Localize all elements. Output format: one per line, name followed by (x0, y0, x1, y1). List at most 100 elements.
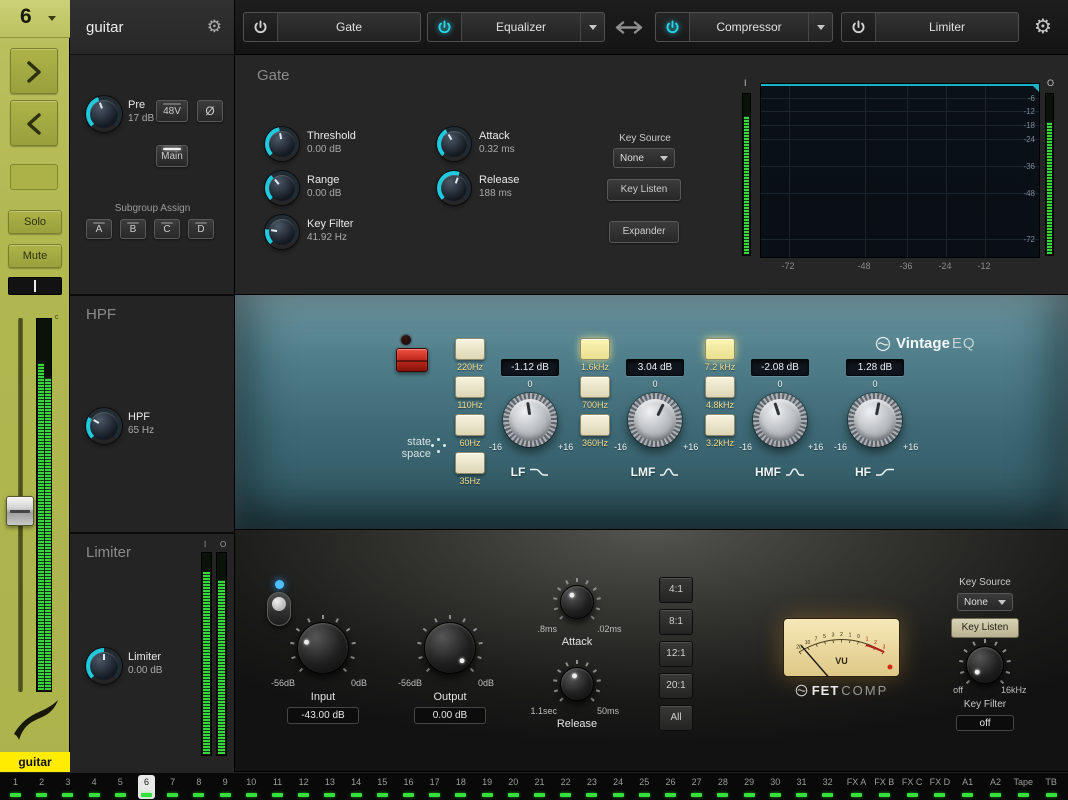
next-channel-button[interactable] (10, 48, 58, 94)
tab-compressor[interactable]: Compressor (655, 12, 833, 42)
comp-ratio-all-button[interactable]: All (659, 705, 693, 731)
compressor-model-select[interactable] (808, 13, 832, 41)
channel-select-1[interactable]: 1 (3, 775, 28, 799)
channel-select-3[interactable]: 3 (55, 775, 80, 799)
channel-select-4[interactable]: 4 (82, 775, 107, 799)
tab-gate[interactable]: Gate (243, 12, 421, 42)
channel-select-fx-c[interactable]: FX C (899, 775, 926, 799)
subgroup-b-button[interactable]: B (120, 219, 146, 239)
comp-key-source-select[interactable]: None (957, 593, 1013, 611)
channel-select-8[interactable]: 8 (186, 775, 211, 799)
gate-power-button[interactable] (244, 13, 278, 41)
channel-select-6[interactable]: 6 (134, 775, 159, 799)
channel-select-fx-a[interactable]: FX A (843, 775, 870, 799)
channel-select-23[interactable]: 23 (579, 775, 604, 799)
comp-attack-knob[interactable] (560, 585, 594, 619)
channel-select-32[interactable]: 32 (815, 775, 840, 799)
tab-limiter[interactable]: Limiter (841, 12, 1019, 42)
comp-input-knob[interactable] (297, 622, 349, 674)
subgroup-d-button[interactable]: D (188, 219, 214, 239)
channel-select-fx-d[interactable]: FX D (926, 775, 953, 799)
eq-freq-button[interactable] (580, 414, 610, 436)
channel-select-9[interactable]: 9 (213, 775, 238, 799)
channel-select-29[interactable]: 29 (737, 775, 762, 799)
eq-hmf-gain-knob[interactable] (753, 393, 807, 447)
channel-select-14[interactable]: 14 (344, 775, 369, 799)
comp-key-filter-knob[interactable] (966, 646, 1004, 684)
channel-select-fx-b[interactable]: FX B (871, 775, 898, 799)
eq-freq-button[interactable] (455, 376, 485, 398)
gate-attack-knob[interactable] (437, 127, 471, 161)
channel-select-28[interactable]: 28 (710, 775, 735, 799)
comp-output-knob[interactable] (424, 622, 476, 674)
preamp-gain-knob[interactable] (86, 96, 122, 132)
equalizer-power-button[interactable] (428, 13, 462, 41)
comp-release-knob[interactable] (560, 667, 594, 701)
channel-select-11[interactable]: 11 (265, 775, 290, 799)
channel-select-17[interactable]: 17 (422, 775, 447, 799)
channel-select-24[interactable]: 24 (606, 775, 631, 799)
channel-select-5[interactable]: 5 (108, 775, 133, 799)
eq-freq-button[interactable] (455, 338, 485, 360)
channel-select-16[interactable]: 16 (396, 775, 421, 799)
channel-select-25[interactable]: 25 (632, 775, 657, 799)
solo-button[interactable]: Solo (8, 210, 62, 234)
hpf-knob[interactable] (86, 408, 122, 444)
main-assign-button[interactable]: Main (156, 145, 188, 167)
fader-handle[interactable] (6, 496, 34, 526)
channel-settings-gear-icon[interactable]: ⚙ (207, 17, 222, 37)
comp-ratio-4-1-button[interactable]: 4:1 (659, 577, 693, 603)
channel-select-27[interactable]: 27 (684, 775, 709, 799)
channel-select-12[interactable]: 12 (291, 775, 316, 799)
eq-power-switch[interactable] (396, 348, 428, 372)
gate-key-filter-knob[interactable] (265, 215, 299, 249)
reorder-arrows-icon[interactable] (613, 20, 645, 40)
channel-select-21[interactable]: 21 (527, 775, 552, 799)
comp-ratio-20-1-button[interactable]: 20:1 (659, 673, 693, 699)
channel-select-tape[interactable]: Tape (1010, 775, 1037, 799)
limiter-threshold-knob[interactable] (86, 648, 122, 684)
eq-lmf-gain-knob[interactable] (628, 393, 682, 447)
polarity-button[interactable]: Ø (197, 100, 223, 122)
channel-number-header[interactable]: 6 (0, 0, 70, 38)
eq-freq-button[interactable] (705, 338, 735, 360)
channel-select-2[interactable]: 2 (29, 775, 54, 799)
channel-select-a1[interactable]: A1 (954, 775, 981, 799)
gate-expander-button[interactable]: Expander (609, 221, 679, 243)
channel-select-tb[interactable]: TB (1038, 775, 1065, 799)
gate-threshold-knob[interactable] (265, 127, 299, 161)
channel-select-19[interactable]: 19 (475, 775, 500, 799)
eq-hf-gain-knob[interactable] (848, 393, 902, 447)
prev-channel-button[interactable] (10, 100, 58, 146)
gate-key-listen-button[interactable]: Key Listen (607, 179, 681, 201)
equalizer-model-select[interactable] (580, 13, 604, 41)
eq-freq-button[interactable] (705, 414, 735, 436)
compressor-power-button[interactable] (656, 13, 690, 41)
comp-ratio-8-1-button[interactable]: 8:1 (659, 609, 693, 635)
eq-freq-button[interactable] (455, 452, 485, 474)
pan-control[interactable] (8, 277, 62, 295)
eq-freq-button[interactable] (580, 338, 610, 360)
settings-gear-icon[interactable]: ⚙ (1034, 14, 1052, 38)
mute-button[interactable]: Mute (8, 244, 62, 268)
gate-release-knob[interactable] (437, 171, 471, 205)
gate-range-knob[interactable] (265, 171, 299, 205)
eq-freq-button[interactable] (705, 376, 735, 398)
channel-select-20[interactable]: 20 (501, 775, 526, 799)
gate-key-source-select[interactable]: None (613, 148, 675, 168)
subgroup-a-button[interactable]: A (86, 219, 112, 239)
channel-select-26[interactable]: 26 (658, 775, 683, 799)
eq-freq-button[interactable] (455, 414, 485, 436)
limiter-power-button[interactable] (842, 13, 876, 41)
channel-select-13[interactable]: 13 (317, 775, 342, 799)
phantom-48v-button[interactable]: 48V (156, 100, 188, 122)
channel-select-15[interactable]: 15 (370, 775, 395, 799)
channel-select-18[interactable]: 18 (448, 775, 473, 799)
eq-lf-gain-knob[interactable] (503, 393, 557, 447)
channel-select-31[interactable]: 31 (789, 775, 814, 799)
tab-equalizer[interactable]: Equalizer (427, 12, 605, 42)
comp-ratio-12-1-button[interactable]: 12:1 (659, 641, 693, 667)
eq-freq-button[interactable] (580, 376, 610, 398)
channel-select-a2[interactable]: A2 (982, 775, 1009, 799)
subgroup-c-button[interactable]: C (154, 219, 180, 239)
